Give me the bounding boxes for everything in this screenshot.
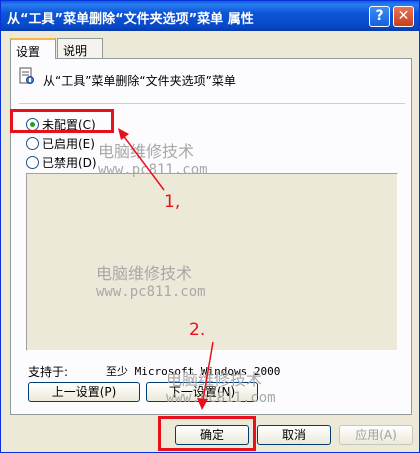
tab-explain[interactable]: 说明 [57, 38, 103, 58]
options-area [26, 173, 398, 351]
support-value: 至少 Microsoft Windows 2000 [106, 365, 281, 378]
policy-title: 从“工具”菜单删除“文件夹选项”菜单 [43, 74, 236, 88]
help-button[interactable]: ? [369, 6, 390, 27]
policy-icon [19, 67, 34, 84]
cancel-button[interactable]: 取消 [257, 425, 331, 445]
support-label: 支持于: [28, 365, 69, 379]
apply-button[interactable]: 应用(A) [339, 425, 413, 445]
tab-settings[interactable]: 设置 [10, 38, 56, 59]
radio-label: 已禁用(D) [42, 156, 97, 170]
radio-button[interactable] [26, 156, 39, 169]
highlight-box-ok [158, 416, 256, 451]
title-bar: 从“工具”菜单删除“文件夹选项”菜单 属性 ? ✕ [1, 1, 419, 31]
highlight-box-not-configured [10, 109, 114, 133]
close-button[interactable]: ✕ [393, 6, 414, 27]
radio-label: 已启用(E) [42, 137, 95, 151]
window-title: 从“工具”菜单删除“文件夹选项”菜单 属性 [7, 12, 254, 27]
separator [19, 103, 405, 104]
step-2-label: 2. [189, 320, 206, 340]
properties-dialog: 从“工具”菜单删除“文件夹选项”菜单 属性 ? ✕ 设置 说明 从“工具”菜单删… [0, 0, 420, 453]
next-setting-button[interactable]: 下一设置(N) [146, 382, 258, 402]
prev-setting-button[interactable]: 上一设置(P) [28, 382, 140, 402]
radio-button[interactable] [26, 137, 39, 150]
step-1-label: 1, [164, 192, 181, 212]
